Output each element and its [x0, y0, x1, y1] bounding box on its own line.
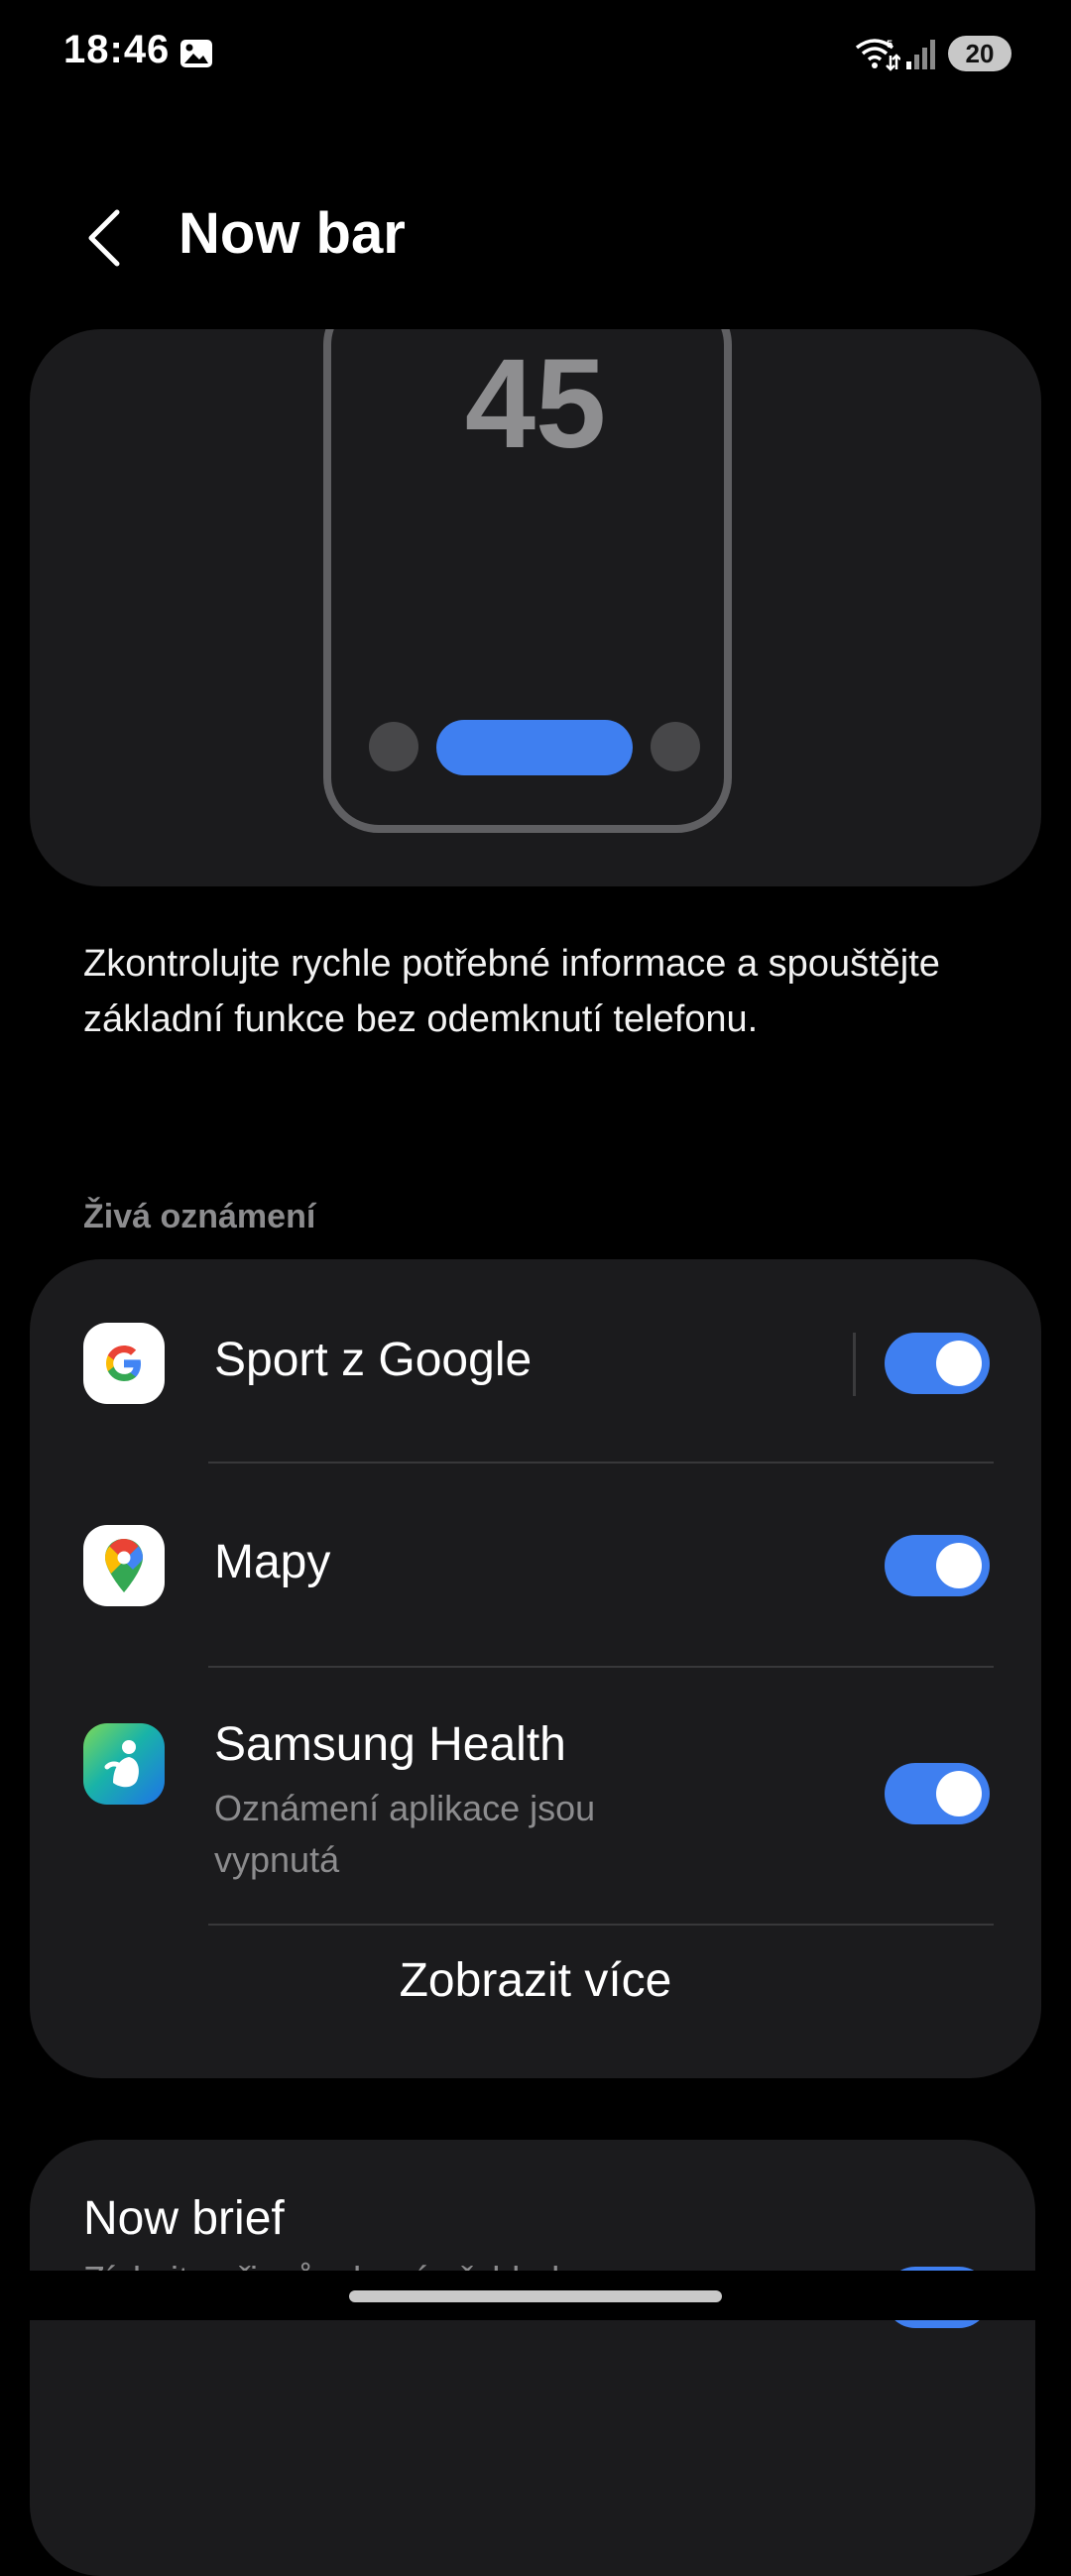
header: Now bar	[0, 178, 1071, 288]
app-row-mapy[interactable]: Mapy	[30, 1464, 1041, 1666]
app-row-samsung-health[interactable]: Samsung Health Oznámení aplikace jsou vy…	[30, 1668, 1041, 1930]
status-bar: 18:46 5 20	[0, 0, 1071, 109]
app-subtitle: Oznámení aplikace jsou vypnutá	[214, 1788, 596, 1880]
app-name: Samsung Health	[214, 1718, 566, 1771]
section-label-live-notifications: Živá oznámení	[83, 1198, 316, 1235]
description-text: Zkontrolujte rychle potřebné informace a…	[83, 943, 940, 1040]
battery-indicator: 20	[948, 36, 1012, 71]
google-icon	[83, 1323, 165, 1404]
chevron-left-icon[interactable]	[71, 202, 141, 272]
toggle-knob	[936, 1543, 982, 1588]
svg-text:5: 5	[887, 39, 892, 51]
now-brief-card[interactable]: Now brief Získejte přizpůsobený přehled …	[30, 2140, 1035, 2576]
show-more-button[interactable]: Zobrazit více	[30, 1953, 1041, 2008]
toggle-sport-z-google[interactable]	[885, 1333, 990, 1394]
preview-now-bar-pill	[436, 720, 633, 775]
home-indicator[interactable]	[349, 2290, 722, 2302]
live-notifications-card: Sport z Google Mapy Samsung Health Oznám…	[30, 1259, 1041, 2078]
wifi-icon: 5	[855, 39, 900, 71]
preview-dot-left	[369, 722, 418, 771]
app-name: Sport z Google	[214, 1334, 533, 1386]
app-name: Mapy	[214, 1536, 331, 1588]
row-vertical-divider	[853, 1333, 856, 1396]
toggle-mapy[interactable]	[885, 1535, 990, 1596]
now-brief-title: Now brief	[83, 2192, 285, 2245]
page-title: Now bar	[178, 201, 406, 266]
gallery-icon	[180, 40, 212, 67]
samsung-health-icon	[83, 1723, 165, 1805]
maps-icon	[83, 1525, 165, 1606]
status-time: 18:46	[63, 28, 171, 71]
toggle-knob	[936, 1341, 982, 1386]
signal-icon	[906, 40, 935, 69]
app-row-sport-z-google[interactable]: Sport z Google	[30, 1259, 1041, 1462]
toggle-knob	[936, 1771, 982, 1816]
preview-clock: 45	[464, 333, 607, 475]
row-divider	[208, 1924, 994, 1926]
preview-dot-right	[651, 722, 700, 771]
toggle-samsung-health[interactable]	[885, 1763, 990, 1824]
now-bar-preview: 45	[30, 329, 1041, 886]
